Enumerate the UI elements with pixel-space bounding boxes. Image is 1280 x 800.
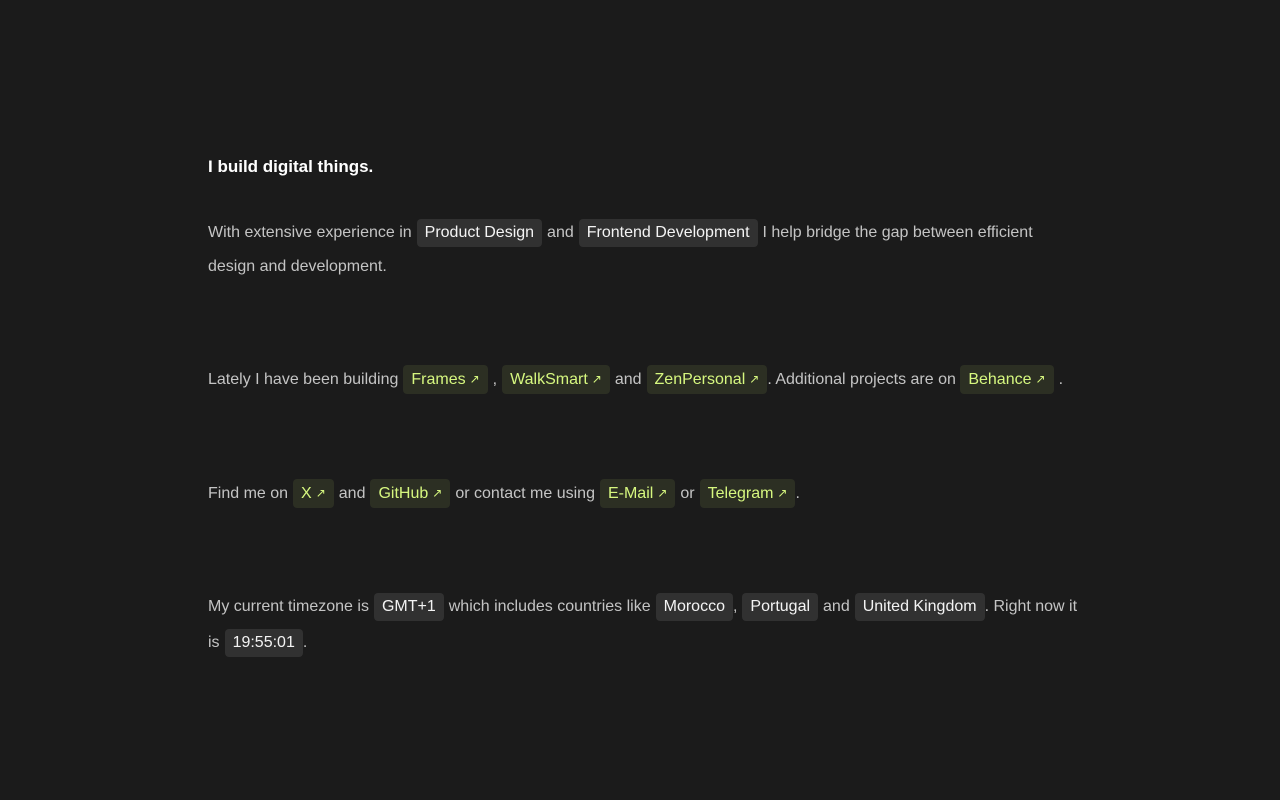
external-link-icon: ↗ bbox=[315, 486, 326, 501]
external-link-icon: ↗ bbox=[432, 486, 443, 501]
external-link-icon: ↗ bbox=[469, 372, 480, 387]
timezone-paragraph: My current timezone is GMT+1 which include… bbox=[208, 589, 1080, 661]
project-link-zenpersonal-label: ZenPersonal bbox=[654, 371, 746, 389]
skill-badge-product-design: Product Design bbox=[416, 218, 543, 247]
intro-text-1: With extensive experience in bbox=[208, 224, 412, 241]
timezone-text-6: . bbox=[302, 634, 308, 651]
projects-text-5: . bbox=[1058, 371, 1064, 388]
contact-link-telegram[interactable]: Telegram ↗ bbox=[699, 479, 796, 509]
contact-link-github-label: GitHub bbox=[378, 485, 429, 503]
project-link-frames-label: Frames bbox=[411, 371, 466, 389]
project-link-walksmart-label: WalkSmart bbox=[510, 371, 588, 389]
contact-paragraph: Find me on X ↗ and GitHub ↗ or contact me usin… bbox=[208, 475, 1080, 512]
project-link-behance-label: Behance bbox=[968, 371, 1032, 389]
current-time-badge: 19:55:01 bbox=[224, 628, 303, 657]
timezone-badge: GMT+1 bbox=[373, 592, 444, 621]
country-badge-united-kingdom: United Kingdom bbox=[854, 592, 985, 621]
contact-text-3: or contact me using bbox=[455, 485, 595, 502]
contact-link-email-label: E-Mail bbox=[607, 485, 654, 503]
timezone-text-3: , bbox=[732, 598, 738, 615]
timezone-text-2: which includes countries like bbox=[448, 598, 651, 615]
projects-text-1: Lately I have been building bbox=[208, 371, 399, 388]
project-link-zenpersonal[interactable]: ZenPersonal ↗ bbox=[646, 365, 768, 395]
external-link-icon: ↗ bbox=[777, 486, 788, 501]
country-badge-morocco: Morocco bbox=[655, 592, 733, 621]
contact-link-github[interactable]: GitHub ↗ bbox=[370, 479, 451, 509]
projects-text-2: , bbox=[492, 371, 498, 388]
contact-text-2: and bbox=[338, 485, 366, 502]
timezone-text-4: and bbox=[823, 598, 850, 615]
intro-paragraph: With extensive experience in Product Desi… bbox=[208, 216, 1080, 284]
external-link-icon: ↗ bbox=[657, 486, 668, 501]
projects-paragraph: Lately I have been building Frames ↗, WalkS… bbox=[208, 361, 1080, 398]
timezone-text-1: My current timezone is bbox=[208, 598, 369, 615]
intro-text-2: and bbox=[547, 224, 574, 241]
contact-text-1: Find me on bbox=[208, 485, 289, 502]
external-link-icon: ↗ bbox=[749, 372, 760, 387]
contact-link-x-label: X bbox=[301, 485, 312, 503]
contact-text-4: or bbox=[680, 485, 695, 502]
contact-link-x[interactable]: X ↗ bbox=[293, 479, 334, 509]
project-link-frames[interactable]: Frames ↗ bbox=[403, 365, 488, 395]
page-title: I build digital things. bbox=[208, 157, 374, 176]
skill-badge-frontend-development: Frontend Development bbox=[578, 218, 758, 247]
about-section: I build digital things. With extensive e… bbox=[208, 155, 1080, 661]
contact-link-telegram-label: Telegram bbox=[707, 485, 774, 503]
projects-text-4: . Additional projects are on bbox=[767, 371, 956, 388]
country-badge-portugal: Portugal bbox=[742, 592, 819, 621]
projects-text-3: and bbox=[614, 371, 642, 388]
project-link-behance[interactable]: Behance ↗ bbox=[960, 365, 1054, 395]
external-link-icon: ↗ bbox=[1035, 372, 1046, 387]
contact-link-email[interactable]: E-Mail ↗ bbox=[599, 479, 676, 509]
contact-text-5: . bbox=[795, 485, 800, 502]
external-link-icon: ↗ bbox=[591, 372, 602, 387]
project-link-walksmart[interactable]: WalkSmart ↗ bbox=[502, 365, 610, 395]
